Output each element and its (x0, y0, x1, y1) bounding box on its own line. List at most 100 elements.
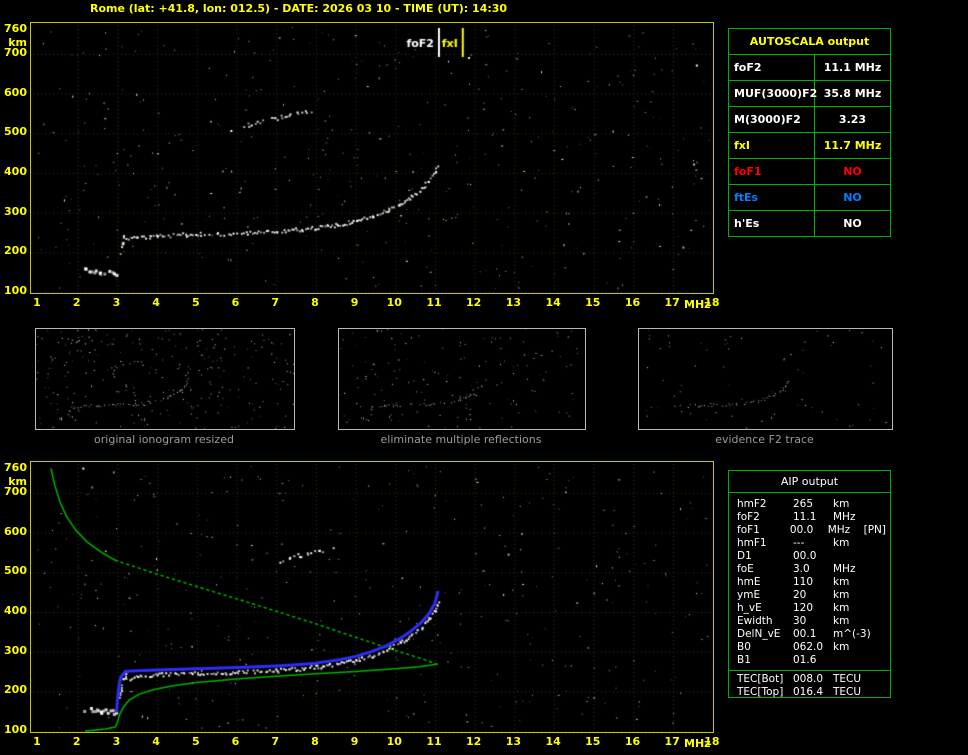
x-tick-label: 1 (33, 735, 41, 748)
param-extra (871, 498, 886, 511)
table-row: hmE 110 km (737, 576, 886, 589)
y-tick-label: 760 (4, 461, 27, 474)
table-row: h_vE 120 km (737, 602, 886, 615)
param-unit (833, 654, 871, 667)
thumbnail-evidence-f2 (638, 328, 893, 430)
autoscala-output-table: AUTOSCALA output foF2 11.1 MHz MUF(3000)… (728, 28, 891, 237)
param-value: 062.0 (793, 641, 824, 653)
x-tick-label: 11 (426, 296, 442, 309)
x-tick-label: 10 (386, 296, 402, 309)
param-extra (871, 537, 886, 550)
table-row: ftEs NO (729, 184, 890, 210)
x-tick-label: 12 (466, 735, 482, 748)
param-value: 120 (793, 602, 814, 614)
param-extra (871, 563, 886, 576)
param-value: 11.7 MHz (823, 139, 882, 152)
x-tick-label: 14 (545, 735, 561, 748)
param-value: 11.1 MHz (823, 61, 882, 74)
param-label: hmF2 (737, 498, 767, 510)
x-axis-unit-label: MHz (684, 298, 711, 311)
y-tick-label: 600 (4, 524, 27, 538)
param-label: B0 (737, 641, 751, 653)
y-axis-unit-label: km (8, 36, 27, 49)
table-row: h'Es NO (729, 210, 890, 236)
param-value: 00.0 (793, 550, 817, 562)
x-tick-label: 15 (585, 735, 601, 748)
param-extra (871, 511, 886, 524)
x-tick-label: 15 (585, 296, 601, 309)
param-value: 008.0 (793, 673, 824, 685)
x-tick-label: 13 (505, 296, 522, 309)
y-tick-label: 760 (4, 22, 27, 35)
x-tick-label: 6 (231, 735, 240, 748)
y-tick-label: 600 (4, 85, 27, 99)
x-tick-label: 5 (191, 735, 200, 748)
param-label: h_vE (737, 602, 762, 614)
x-tick-label: 9 (350, 735, 359, 748)
x-tick-label: 12 (466, 296, 482, 309)
param-value: --- (793, 537, 805, 549)
x-tick-label: 6 (231, 296, 240, 309)
thumbnail-eliminate-reflections (338, 328, 586, 430)
param-label: TEC[Top] (737, 686, 784, 698)
param-unit: MHz (827, 524, 851, 536)
table-row: Ewidth 30 km (737, 615, 886, 628)
param-extra (871, 602, 886, 615)
scaled-ionogram-plot (30, 22, 714, 294)
thumbnail-canvas (339, 329, 585, 429)
param-label: D1 (737, 550, 752, 562)
param-extra (871, 628, 886, 641)
y-tick-label: 500 (4, 564, 27, 578)
autoscala-app-window: Rome (lat: +41.8, lon: 012.5) - DATE: 20… (0, 0, 968, 755)
aip-tec-section: TEC[Bot] 008.0 TECU TEC[Top] 016.4 TECU (729, 670, 890, 699)
param-extra (871, 654, 886, 667)
x-tick-label: 2 (72, 735, 81, 748)
param-label: hmE (737, 576, 761, 588)
param-unit: km (833, 537, 850, 549)
param-extra (871, 615, 886, 628)
param-value: 35.8 MHz (823, 87, 882, 100)
y-tick-label: 400 (4, 164, 27, 178)
x-tick-label: 1 (33, 296, 41, 309)
table-row: foF2 11.1 MHz (737, 511, 886, 524)
param-label: h'Es (729, 211, 815, 236)
param-unit: km (833, 589, 850, 601)
param-value: 265 (793, 498, 814, 510)
param-label: foF1 (737, 524, 760, 536)
thumbnail-canvas (36, 329, 294, 429)
param-value: NO (843, 191, 862, 204)
x-tick-label: 5 (191, 296, 200, 309)
param-unit: TECU (833, 686, 862, 698)
param-unit: km (833, 576, 850, 588)
param-value: 11.1 (793, 511, 817, 523)
y-tick-label: 200 (4, 683, 27, 697)
param-value: NO (843, 165, 862, 178)
param-label: B1 (737, 654, 751, 666)
table-row: B1 01.6 (737, 654, 886, 667)
param-extra (871, 686, 886, 699)
x-tick-label: 3 (112, 735, 121, 748)
param-extra (871, 589, 886, 602)
param-unit: MHz (833, 511, 856, 523)
scaled-ionogram-canvas (31, 23, 713, 293)
x-tick-label: 9 (350, 296, 359, 309)
param-label: foF1 (729, 159, 815, 184)
param-unit: m^(-3) (833, 628, 871, 640)
y-tick-label: 300 (4, 204, 27, 218)
table-row: DelN_vE 00.1 m^(-3) (737, 628, 886, 641)
y-tick-label: 300 (4, 643, 27, 657)
x-tick-label: 2 (72, 296, 81, 309)
param-label: foF2 (729, 55, 815, 80)
table-row: M(3000)F2 3.23 (729, 106, 890, 132)
x-tick-label: 4 (152, 735, 160, 748)
param-unit: km (833, 602, 850, 614)
table-row: foF1 00.0 MHz [PN] (737, 524, 886, 537)
param-label: hmF1 (737, 537, 767, 549)
aip-output-table: AIP output hmF2 265 km foF2 11.1 MHz foF… (728, 470, 891, 698)
param-unit: km (833, 615, 850, 627)
profile-ionogram-canvas (31, 462, 713, 732)
x-axis-unit-label: MHz (684, 737, 711, 750)
x-tick-label: 7 (271, 735, 280, 748)
x-tick-label: 13 (505, 735, 522, 748)
param-label: ftEs (729, 185, 815, 210)
